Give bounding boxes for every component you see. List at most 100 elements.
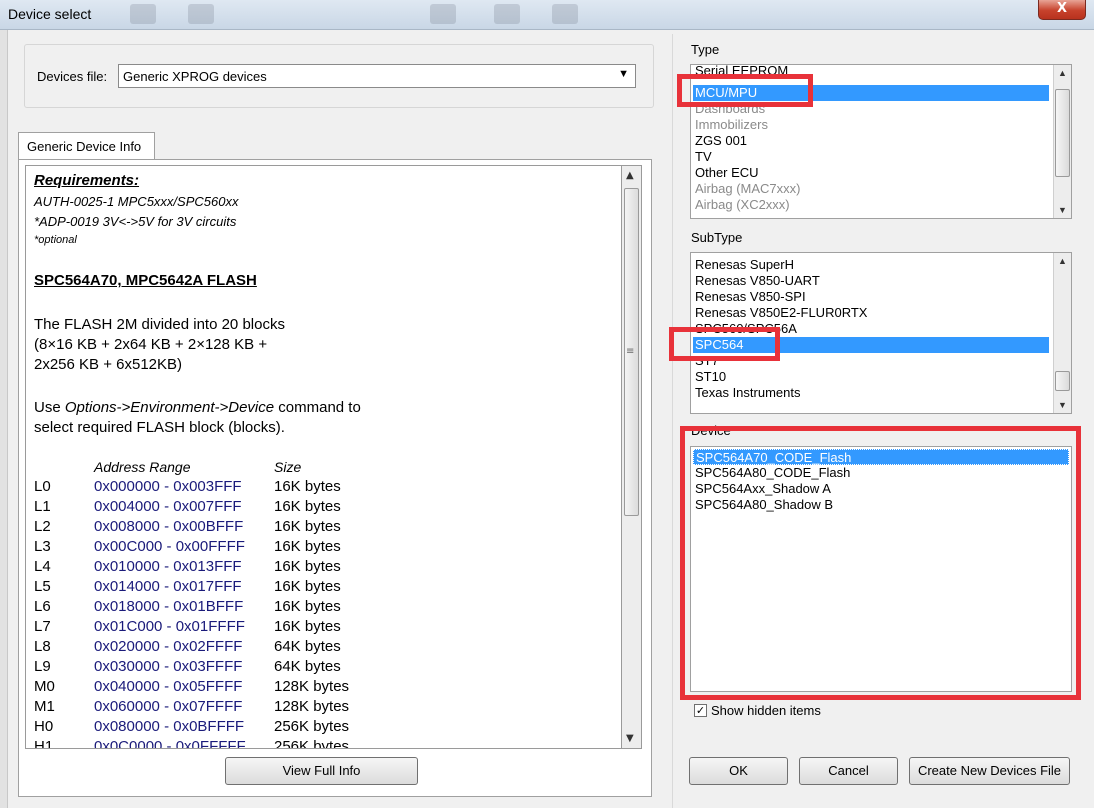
toolbar-ghost-icon (130, 4, 156, 24)
block-size: 16K bytes (274, 538, 341, 555)
address-range: 0x020000 - 0x02FFFF (94, 638, 243, 655)
close-icon: X (1056, 1, 1068, 16)
type-list-item[interactable]: ZGS 001 (693, 133, 1049, 149)
block-size: 16K bytes (274, 498, 341, 515)
subtype-list-item[interactable]: ST10 (693, 369, 1049, 385)
block-name: M1 (34, 698, 55, 715)
block-name: L6 (34, 598, 51, 615)
view-full-info-button[interactable]: View Full Info (225, 757, 418, 785)
cancel-button[interactable]: Cancel (799, 757, 898, 785)
block-name: L3 (34, 538, 51, 555)
close-button[interactable]: X (1038, 0, 1086, 20)
block-size: 16K bytes (274, 558, 341, 575)
subtype-label: SubType (691, 230, 743, 245)
block-name: L0 (34, 478, 51, 495)
annotation-highlight-type (677, 74, 813, 107)
block-name: L1 (34, 498, 51, 515)
chip-title: SPC564A70, MPC5642A FLASH (34, 272, 257, 289)
block-size: 128K bytes (274, 698, 350, 715)
address-range-header: Address Range (94, 459, 191, 475)
address-range: 0x008000 - 0x00BFFF (94, 518, 244, 535)
ok-button[interactable]: OK (689, 757, 788, 785)
devices-file-value: Generic XPROG devices (123, 69, 267, 84)
annotation-highlight-device (680, 426, 1081, 700)
subtype-list-item[interactable]: Renesas SuperH (693, 257, 1049, 273)
address-range: 0x004000 - 0x007FFF (94, 498, 242, 515)
requirements-heading: Requirements: (34, 172, 140, 189)
optional-note: *optional (34, 234, 77, 246)
subtype-list-item[interactable]: Renesas V850-SPI (693, 289, 1049, 305)
table-row: L1 0x004000 - 0x007FFF 16K bytes (34, 498, 594, 518)
block-name: L2 (34, 518, 51, 535)
triangle-down-icon[interactable]: ▼ (626, 733, 634, 744)
options-line-2: select required FLASH block (blocks). (34, 419, 285, 436)
triangle-down-icon[interactable]: ▼ (1058, 400, 1067, 410)
subtype-list-item[interactable]: Renesas V850-UART (693, 273, 1049, 289)
block-size: 256K bytes (274, 738, 350, 749)
type-list-item[interactable]: Other ECU (693, 165, 1049, 181)
block-size: 16K bytes (274, 518, 341, 535)
requirement-line: AUTH-0025-1 MPC5xxx/SPC560xx (34, 194, 239, 209)
window-left-edge (0, 30, 8, 808)
table-row: L0 0x000000 - 0x003FFF 16K bytes (34, 478, 594, 498)
scrollbar-thumb[interactable] (1055, 89, 1070, 177)
table-row: L2 0x008000 - 0x00BFFF 16K bytes (34, 518, 594, 538)
table-row: M1 0x060000 - 0x07FFFF 128K bytes (34, 698, 594, 718)
table-row: H1 0x0C0000 - 0x0FFFFF 256K bytes (34, 738, 594, 749)
panel-divider (672, 34, 673, 808)
block-size: 16K bytes (274, 618, 341, 635)
options-suffix: command to (274, 399, 361, 416)
flash-desc-line: (8×16 KB + 2x64 KB + 2×128 KB + (34, 336, 268, 353)
block-size: 16K bytes (274, 598, 341, 615)
show-hidden-checkbox[interactable]: ✓ (694, 704, 707, 717)
device-info-text: Requirements: AUTH-0025-1 MPC5xxx/SPC560… (25, 165, 622, 749)
address-range: 0x080000 - 0x0BFFFF (94, 718, 245, 735)
toolbar-ghost-icon (430, 4, 456, 24)
triangle-up-icon[interactable]: ▲ (1058, 68, 1067, 78)
table-row: H0 0x080000 - 0x0BFFFF 256K bytes (34, 718, 594, 738)
toolbar-ghost-icon (188, 4, 214, 24)
table-row: L8 0x020000 - 0x02FFFF 64K bytes (34, 638, 594, 658)
type-list-item[interactable]: Airbag (MAC7xxx) (693, 181, 1049, 197)
options-prefix: Use (34, 399, 65, 416)
subtype-list-item[interactable]: Renesas V850E2-FLUR0RTX (693, 305, 1049, 321)
block-name: L9 (34, 658, 51, 675)
address-range: 0x0C0000 - 0x0FFFFF (94, 738, 246, 749)
scrollbar-thumb[interactable] (1055, 371, 1070, 391)
block-name: H0 (34, 718, 54, 735)
requirement-line: *ADP-0019 3V<->5V for 3V circuits (34, 214, 237, 229)
triangle-down-icon[interactable]: ▼ (1058, 205, 1067, 215)
subtype-list-item[interactable]: Texas Instruments (693, 385, 1049, 401)
subtype-scrollbar[interactable]: ▲ ▼ (1053, 253, 1071, 413)
block-name: M0 (34, 678, 55, 695)
triangle-up-icon[interactable]: ▲ (1058, 256, 1067, 266)
table-row: L4 0x010000 - 0x013FFF 16K bytes (34, 558, 594, 578)
create-devices-file-button[interactable]: Create New Devices File (909, 757, 1070, 785)
block-name: H1 (34, 738, 54, 749)
window-title: Device select (8, 6, 92, 22)
triangle-up-icon[interactable]: ▲ (626, 170, 634, 181)
title-bar: Device select X (0, 0, 1094, 30)
block-name: L5 (34, 578, 51, 595)
block-name: L8 (34, 638, 51, 655)
table-row: L6 0x018000 - 0x01BFFF 16K bytes (34, 598, 594, 618)
type-list-item[interactable]: Airbag (XC2xxx) (693, 197, 1049, 213)
type-scrollbar[interactable]: ▲ ▼ (1053, 65, 1071, 218)
type-list-item[interactable]: TV (693, 149, 1049, 165)
flash-desc-line: 2x256 KB + 6x512KB) (34, 356, 183, 373)
block-size: 128K bytes (274, 678, 350, 695)
tab-generic-device-info[interactable]: Generic Device Info (18, 132, 155, 160)
info-scrollbar[interactable]: ▲ ≡ ▼ (622, 165, 642, 749)
grip-icon: ≡ (626, 346, 635, 357)
block-name: L7 (34, 618, 51, 635)
devices-file-dropdown[interactable]: Generic XPROG devices ▼ (118, 64, 636, 88)
address-range: 0x000000 - 0x003FFF (94, 478, 242, 495)
block-name: L4 (34, 558, 51, 575)
size-header: Size (274, 459, 302, 475)
type-list-item[interactable]: Immobilizers (693, 117, 1049, 133)
block-size: 64K bytes (274, 638, 341, 655)
block-size: 64K bytes (274, 658, 341, 675)
devices-file-label: Devices file: (37, 69, 108, 84)
address-range: 0x01C000 - 0x01FFFF (94, 618, 245, 635)
address-range: 0x030000 - 0x03FFFF (94, 658, 243, 675)
